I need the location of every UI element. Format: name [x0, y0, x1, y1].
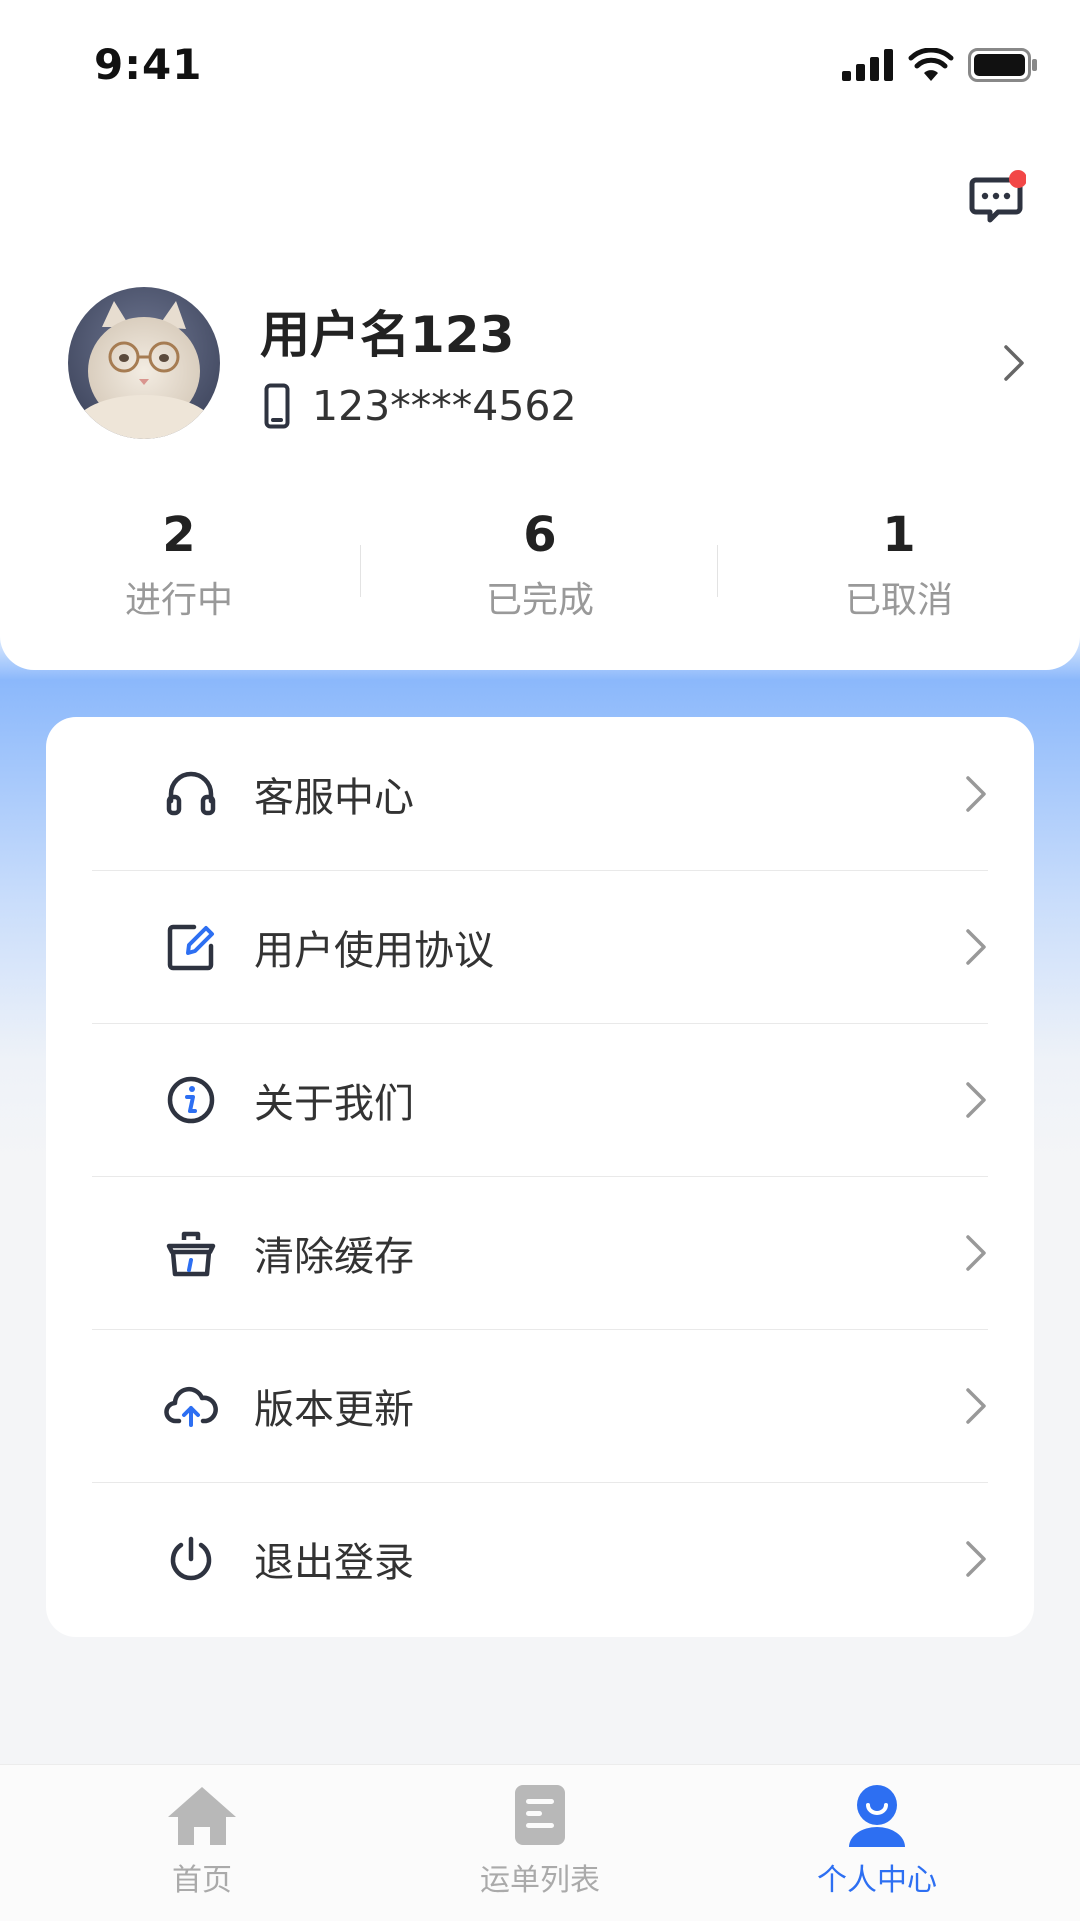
stat-in-progress[interactable]: 2 进行中	[59, 505, 299, 623]
tab-home[interactable]: 首页	[22, 1765, 382, 1921]
chevron-right-icon	[1004, 345, 1024, 381]
document-list-icon	[515, 1785, 565, 1845]
stat-value: 6	[523, 507, 557, 563]
battery-icon	[968, 48, 1037, 82]
tab-waybill-list[interactable]: 运单列表	[360, 1765, 720, 1921]
stat-cancelled[interactable]: 1 已取消	[779, 505, 1019, 623]
chevron-right-icon	[966, 1081, 986, 1118]
settings-menu: 客服中心 用户使用协议 关于我们 清除缓存 版本更新 退出登录	[46, 717, 1034, 1637]
menu-item-clear-cache[interactable]: 清除缓存	[92, 1176, 988, 1330]
profile-detail-arrow[interactable]	[1002, 343, 1026, 387]
stat-label: 已取消	[844, 580, 953, 621]
menu-item-version-update[interactable]: 版本更新	[92, 1329, 988, 1483]
order-stats: 2 进行中 6 已完成 1 已取消	[0, 505, 1080, 625]
menu-label: 客服中心	[254, 774, 414, 821]
profile-header: 9:41 用户名123 123****4562 2 进行中 6 已完成 1 已取…	[0, 0, 1080, 670]
tab-label: 运单列表	[480, 1863, 600, 1898]
menu-label: 用户使用协议	[254, 927, 494, 974]
menu-item-customer-service[interactable]: 客服中心	[92, 717, 988, 871]
menu-item-about-us[interactable]: 关于我们	[92, 1023, 988, 1177]
stat-value: 2	[162, 507, 196, 563]
bottom-tab-bar: 首页 运单列表 个人中心	[0, 1764, 1080, 1921]
stat-completed[interactable]: 6 已完成	[420, 505, 660, 623]
stat-value: 1	[882, 507, 916, 563]
stats-divider	[717, 545, 718, 597]
avatar-cat-image	[68, 287, 220, 439]
stat-label: 已完成	[485, 580, 594, 621]
menu-label: 退出登录	[254, 1539, 414, 1586]
chevron-right-icon	[966, 928, 986, 965]
cloud-upload-icon	[164, 1386, 218, 1427]
message-button[interactable]	[968, 170, 1027, 226]
wifi-icon	[908, 48, 954, 81]
chevron-right-icon	[966, 1387, 986, 1424]
status-time: 9:41	[94, 40, 203, 89]
status-icons	[842, 48, 1038, 82]
tab-label: 个人中心	[817, 1863, 937, 1898]
menu-item-logout[interactable]: 退出登录	[92, 1482, 988, 1635]
chevron-right-icon	[966, 1234, 986, 1271]
chevron-right-icon	[966, 1540, 986, 1577]
phone-row: 123****4562	[264, 382, 577, 430]
tab-personal-center[interactable]: 个人中心	[697, 1765, 1057, 1921]
info-icon	[167, 1076, 215, 1123]
mobile-phone-icon	[264, 383, 290, 429]
power-icon	[170, 1536, 212, 1580]
username[interactable]: 用户名123	[260, 295, 514, 367]
basket-clean-icon	[166, 1231, 216, 1276]
menu-item-user-agreement[interactable]: 用户使用协议	[92, 870, 988, 1024]
chat-bubble-icon	[969, 170, 1027, 223]
stat-label: 进行中	[124, 580, 233, 621]
user-icon	[849, 1785, 905, 1847]
headset-icon	[166, 771, 216, 815]
avatar[interactable]	[68, 287, 220, 439]
menu-label: 版本更新	[254, 1386, 414, 1433]
cellular-signal-icon	[842, 49, 893, 81]
tab-label: 首页	[172, 1863, 232, 1898]
agreement-edit-icon	[167, 924, 214, 970]
home-icon	[168, 1787, 236, 1845]
stats-divider	[360, 545, 361, 597]
menu-label: 清除缓存	[254, 1233, 414, 1280]
menu-label: 关于我们	[254, 1080, 414, 1127]
notification-badge	[1009, 170, 1027, 188]
chevron-right-icon	[966, 775, 986, 812]
phone-number: 123****4562	[312, 382, 577, 430]
